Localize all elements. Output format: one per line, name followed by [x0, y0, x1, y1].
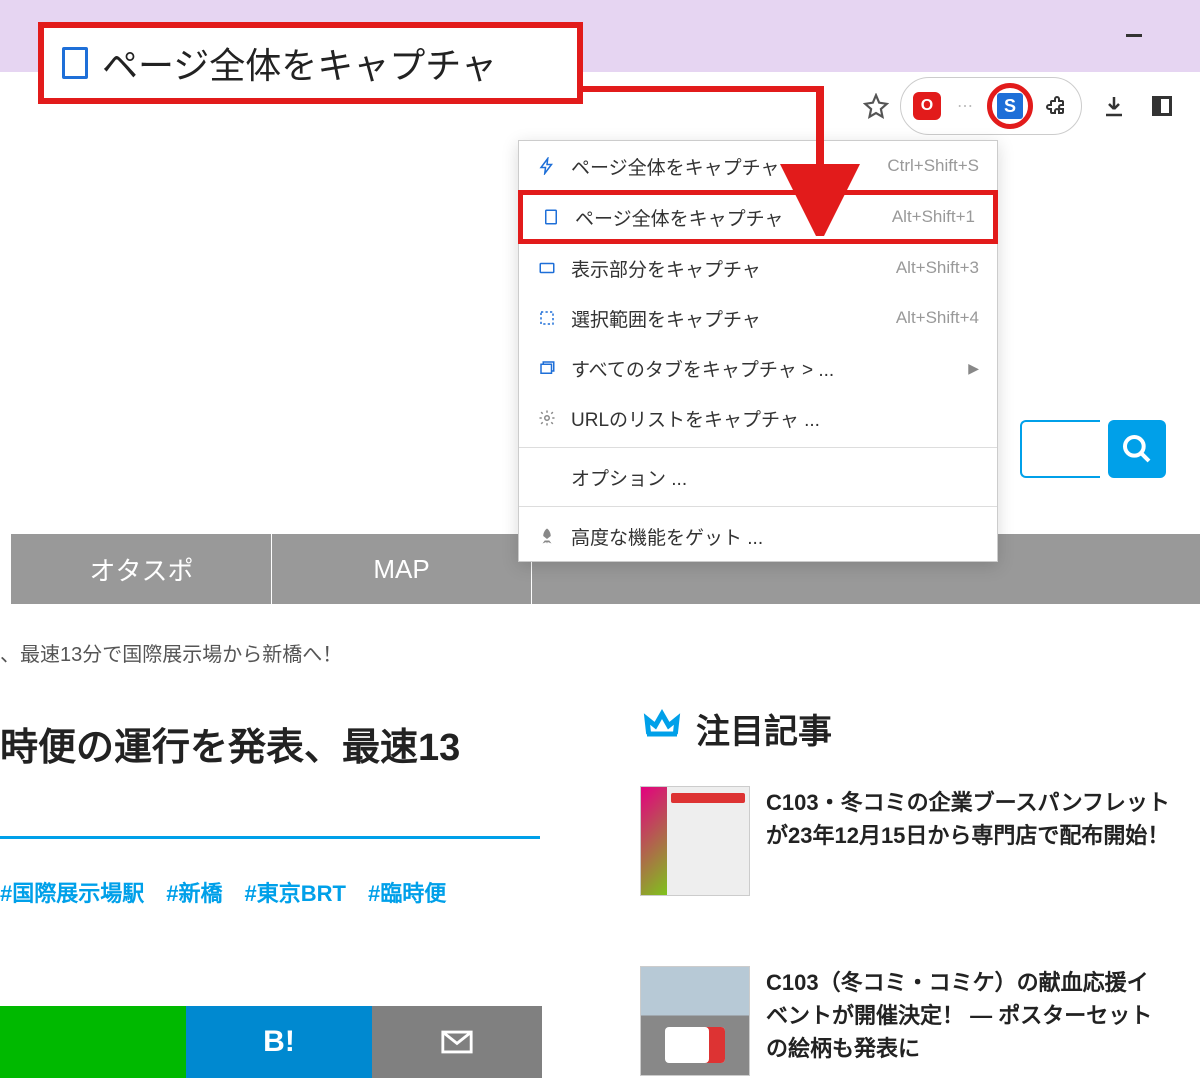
menu-label: ページ全体をキャプチャ — [575, 204, 878, 231]
menu-label: 表示部分をキャプチャ — [571, 255, 882, 282]
screenshot-context-menu: ページ全体をキャプチャ Ctrl+Shift+S ページ全体をキャプチャ Alt… — [518, 140, 998, 562]
headline-separator — [0, 836, 540, 839]
menu-capture-visible[interactable]: ページ全体をキャプチャ Ctrl+Shift+S — [519, 141, 997, 191]
featured-item[interactable]: C103・冬コミの企業ブースパンフレットが23年12月15日から専門店で配布開始… — [640, 786, 1170, 896]
menu-shortcut: Alt+Shift+4 — [896, 308, 979, 328]
featured-thumb — [640, 966, 750, 1076]
tab-map[interactable]: MAP — [272, 534, 532, 604]
menu-advanced[interactable]: 高度な機能をゲット ... — [519, 511, 997, 561]
menu-separator — [519, 506, 997, 507]
share-row: B! — [0, 1006, 542, 1078]
menu-shortcut: Alt+Shift+3 — [896, 258, 979, 278]
featured-item[interactable]: C103（冬コミ・コミケ）の献血応援イベントが開催決定！ ― ポスターセットの絵… — [640, 966, 1170, 1076]
tag-link[interactable]: #東京BRT — [245, 876, 346, 908]
menu-options[interactable]: オプション ... — [519, 452, 997, 502]
menu-shortcut: Alt+Shift+1 — [892, 207, 975, 227]
extensions-puzzle-icon[interactable] — [1039, 90, 1071, 122]
menu-capture-full-page[interactable]: ページ全体をキャプチャ Alt+Shift+1 — [518, 190, 998, 244]
article-tags: #国際展示場駅 #新橋 #東京BRT #臨時便 — [0, 876, 446, 908]
featured-title: C103（冬コミ・コミケ）の献血応援イベントが開催決定！ ― ポスターセットの絵… — [766, 966, 1170, 1076]
tag-link[interactable]: #新橋 — [166, 876, 222, 908]
breadcrumb: 、最速13分で国際展示場から新橋へ！ — [0, 638, 342, 667]
featured-title: C103・冬コミの企業ブースパンフレットが23年12月15日から専門店で配布開始… — [766, 786, 1170, 896]
featured-heading: 注目記事 — [640, 704, 832, 753]
tag-link[interactable]: #臨時便 — [368, 876, 446, 908]
menu-label: 選択範囲をキャプチャ — [571, 305, 882, 332]
downloads-icon[interactable] — [1098, 90, 1130, 122]
page-icon — [541, 208, 561, 226]
menu-capture-all-tabs[interactable]: すべてのタブをキャプチャ > ... ▶ — [519, 343, 997, 393]
chevron-right-icon: ▶ — [968, 360, 979, 377]
extension-placeholder-icon[interactable]: ⋯ — [949, 90, 981, 122]
menu-capture-url-list[interactable]: URLのリストをキャプチャ ... — [519, 393, 997, 443]
menu-capture-selection[interactable]: 選択範囲をキャプチャ Alt+Shift+4 — [519, 293, 997, 343]
callout-label: ページ全体をキャプチャ — [102, 37, 497, 89]
share-hatena-button[interactable]: B! — [186, 1006, 372, 1078]
extension-group: O ⋯ S — [900, 77, 1082, 135]
tab-otaspo[interactable]: オタスポ — [12, 534, 272, 604]
page-icon — [62, 47, 88, 79]
bookmark-star-icon[interactable] — [860, 90, 892, 122]
menu-capture-viewport[interactable]: 表示部分をキャプチャ Alt+Shift+3 — [519, 243, 997, 293]
tag-link[interactable]: #国際展示場駅 — [0, 876, 144, 908]
viewport-icon — [537, 259, 557, 277]
gear-icon — [537, 409, 557, 427]
featured-thumb — [640, 786, 750, 896]
article-headline: 時便の運行を発表、最速13 — [0, 722, 460, 775]
ublock-icon[interactable]: O — [911, 90, 943, 122]
selection-icon — [537, 309, 557, 327]
menu-label: すべてのタブをキャプチャ > ... — [571, 355, 948, 382]
menu-shortcut: Ctrl+Shift+S — [887, 156, 979, 176]
share-line-button[interactable] — [0, 1006, 186, 1078]
menu-label: URLのリストをキャプチャ ... — [571, 405, 979, 432]
tab-active-indicator — [0, 534, 12, 604]
minimize-button[interactable] — [1126, 34, 1142, 37]
callout-capture-full-page: ページ全体をキャプチャ — [38, 22, 583, 104]
menu-label: オプション ... — [571, 464, 979, 491]
crown-icon — [640, 704, 684, 753]
tabs-icon — [537, 359, 557, 377]
screenshot-extension-icon[interactable]: S — [987, 83, 1033, 129]
sidepanel-icon[interactable] — [1146, 90, 1178, 122]
menu-label: ページ全体をキャプチャ — [571, 153, 873, 180]
featured-heading-label: 注目記事 — [696, 704, 832, 753]
menu-separator — [519, 447, 997, 448]
share-mail-button[interactable] — [372, 1006, 542, 1078]
search-input[interactable] — [1020, 420, 1100, 478]
menu-label: 高度な機能をゲット ... — [571, 523, 979, 550]
search-button[interactable] — [1108, 420, 1166, 478]
rocket-icon — [537, 527, 557, 545]
bolt-icon — [537, 157, 557, 175]
